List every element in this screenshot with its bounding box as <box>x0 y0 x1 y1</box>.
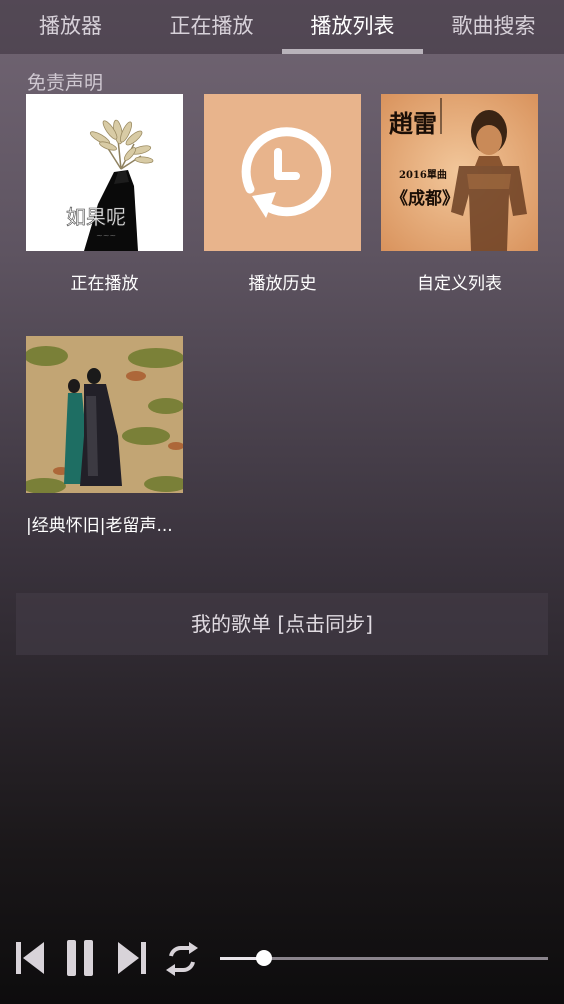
playlist-card-classic[interactable]: |经典怀旧|老留声... <box>26 336 183 536</box>
playlist-label-history: 播放历史 <box>248 274 317 294</box>
playlist-label-custom: 自定义列表 <box>417 274 502 294</box>
cover-subtitle: 2016單曲 <box>399 168 447 181</box>
repeat-icon[interactable] <box>163 942 201 976</box>
active-tab-indicator <box>282 49 423 54</box>
tab-song-search[interactable]: 歌曲搜索 <box>423 0 564 54</box>
sync-my-playlists-button[interactable]: 我的歌单 [点击同步] <box>16 593 548 655</box>
playlist-card-custom[interactable]: 趙雷 2016單曲 《成都》 自定义列表 <box>381 94 538 294</box>
album-cover-ruguone: 如果呢 ~~~ <box>26 94 183 251</box>
cover-song-title: 《成都》 <box>391 188 459 209</box>
tab-playlist[interactable]: 播放列表 <box>282 0 423 54</box>
tab-bar: 播放器 正在播放 播放列表 歌曲搜索 <box>0 0 564 54</box>
playlist-cover-classic <box>26 336 183 493</box>
previous-icon[interactable] <box>14 940 46 976</box>
pause-icon[interactable] <box>64 938 96 978</box>
playlist-card-history[interactable]: 播放历史 <box>204 94 361 294</box>
playlist-label-classic: |经典怀旧|老留声... <box>26 516 173 536</box>
next-icon[interactable] <box>116 940 148 976</box>
album-cover-chengdu: 趙雷 2016單曲 《成都》 <box>381 94 538 251</box>
history-cover <box>204 94 361 251</box>
tab-player[interactable]: 播放器 <box>0 0 141 54</box>
progress-slider[interactable] <box>220 950 548 966</box>
cover-artist-name: 趙雷 <box>389 109 437 138</box>
cover-calligraphy: 如果呢 <box>66 205 126 229</box>
disclaimer-link[interactable]: 免责声明 <box>27 68 103 95</box>
playlist-card-now-playing[interactable]: 如果呢 ~~~ 正在播放 <box>26 94 183 294</box>
tab-now-playing[interactable]: 正在播放 <box>141 0 282 54</box>
playlist-label-now-playing: 正在播放 <box>70 274 139 294</box>
svg-text:~~~: ~~~ <box>96 231 116 240</box>
progress-thumb[interactable] <box>256 950 273 966</box>
